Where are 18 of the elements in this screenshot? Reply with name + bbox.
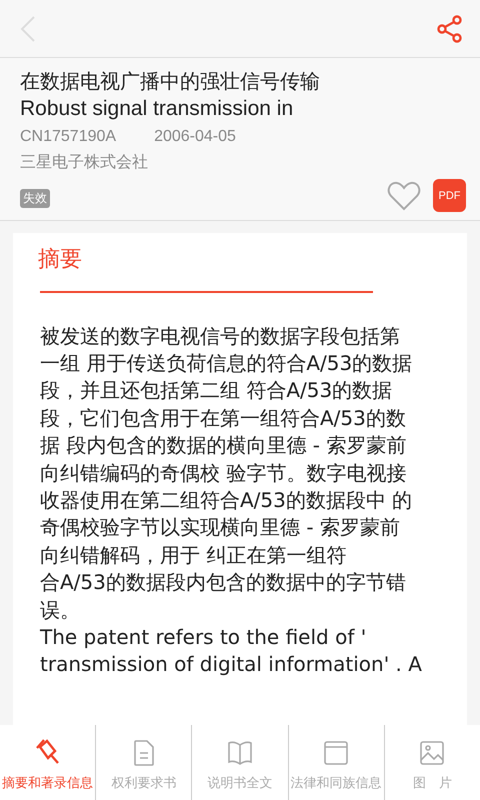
nav-tab[interactable]: 法律和同族信息 <box>288 725 384 800</box>
title-chinese: 在数据电视广播中的强壮信号传输 <box>20 68 321 95</box>
section-heading: 摘要 <box>37 246 83 274</box>
document-icon <box>132 740 155 766</box>
patent-number: CN1757190A <box>20 128 116 146</box>
publication-date: 2006-04-05 <box>154 128 236 146</box>
pin-icon <box>34 738 61 766</box>
pdf-button[interactable]: PDF <box>433 179 466 212</box>
status-badge: 失效 <box>20 189 50 208</box>
share-icon[interactable] <box>436 14 464 42</box>
back-icon[interactable] <box>20 14 36 42</box>
heart-icon[interactable] <box>387 180 421 210</box>
book-icon <box>227 740 253 766</box>
title-english: Robust signal transmission in <box>20 96 294 122</box>
applicant-name: 三星电子株式会社 <box>20 152 149 173</box>
abstract-text: 被发送的数字电视信号的数据字段包括第 一组 用于传送负荷信息的符合A/53的数据 段，并且还包括第二组 符合A/53的数据 段，它们包含用于在第一组符合A/53的数 据 段内包含的数据的横向里德 - 索罗蒙前 向纠错编码的奇偶校 验字节。数字电视接 收器使用在第二组符合A/53的数据段中 的 奇偶校验字节以实现横向里德 - 索罗蒙前 向纠错解码，用于 纠正在第一组符 合A/53的数据段内包含的数据中的字节错 误。 The patent refers to the field of ' transmission of digital information' . A <box>39 322 423 678</box>
image-icon <box>419 740 446 766</box>
box-icon <box>323 740 350 766</box>
